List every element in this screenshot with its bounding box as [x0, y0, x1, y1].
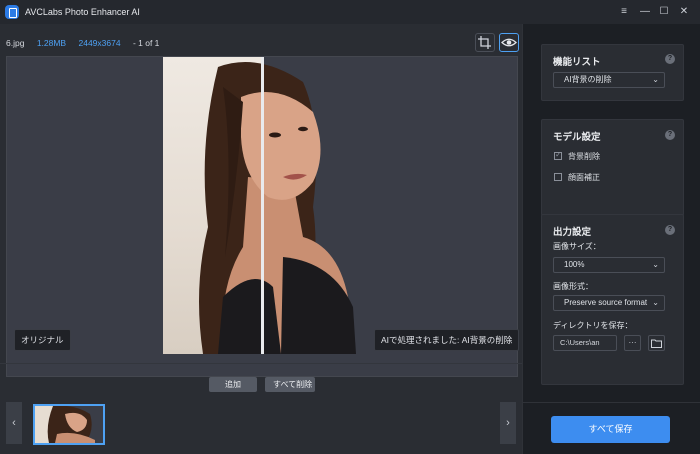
- title-bar: AVCLabs Photo Enhancer AI ≡ — ☐ ✕: [0, 0, 700, 24]
- thumbnail-image: [35, 406, 103, 443]
- feature-list-card: 機能リスト ? AI背景の削除 ⌄: [541, 44, 684, 101]
- output-settings-card: 出力設定 ? 画像サイズ： 100% ⌄ 画像形式： Preserve sour…: [541, 214, 684, 385]
- processed-label: AIで処理されました: AI背景の削除: [374, 329, 520, 351]
- background-removal-checkbox[interactable]: 背景削除: [554, 150, 600, 162]
- chevron-down-icon: ⌄: [652, 75, 659, 84]
- checkbox-icon: [554, 173, 562, 181]
- file-count: - 1 of 1: [132, 38, 160, 48]
- crop-icon: [478, 36, 491, 49]
- open-folder-button[interactable]: [648, 335, 665, 351]
- chevron-left-icon: ‹: [12, 417, 16, 429]
- chevron-down-icon: ⌄: [650, 296, 659, 310]
- chevron-right-icon: ›: [506, 417, 510, 429]
- preview-canvas[interactable]: オリジナル AIで処理されました: AI背景の削除: [6, 56, 520, 377]
- app-logo-icon: [5, 5, 19, 19]
- app-title: AVCLabs Photo Enhancer AI: [25, 7, 140, 17]
- help-icon[interactable]: ?: [665, 225, 675, 235]
- portrait-photo: [163, 57, 356, 354]
- face-enhance-checkbox[interactable]: 顔面補正: [554, 172, 600, 183]
- help-icon[interactable]: ?: [665, 130, 675, 140]
- feature-list-title: 機能リスト: [553, 57, 601, 68]
- clear-all-button[interactable]: すべて削除: [265, 377, 315, 392]
- crop-button[interactable]: [475, 33, 495, 52]
- image-format-value: Preserve source format: [564, 298, 648, 307]
- image-format-select[interactable]: Preserve source format ⌄: [553, 295, 665, 311]
- checkbox-label: 背景削除: [568, 152, 600, 161]
- menu-icon[interactable]: ≡: [617, 5, 631, 19]
- image-size-value: 100%: [564, 260, 585, 269]
- compare-view-button[interactable]: [499, 33, 519, 52]
- add-button[interactable]: 追加: [209, 377, 257, 392]
- close-icon[interactable]: ✕: [677, 5, 691, 19]
- model-settings-card: モデル設定 ? 背景削除 顔面補正: [541, 119, 684, 216]
- portrait-illustration: [199, 62, 356, 354]
- maximize-icon[interactable]: ☐: [657, 5, 671, 19]
- model-settings-title: モデル設定: [553, 132, 601, 143]
- thumbnail-item[interactable]: [33, 404, 105, 445]
- output-settings-title: 出力設定: [553, 227, 592, 238]
- chevron-down-icon: ⌄: [652, 260, 659, 269]
- browse-button[interactable]: ···: [624, 335, 641, 351]
- checkbox-label: 顔面補正: [568, 173, 600, 182]
- settings-panel: 機能リスト ? AI背景の削除 ⌄ モデル設定 ? 背景削除 顔面補正 出力設定…: [522, 24, 700, 454]
- file-info-bar: 6.jpg 1.28MB 2449x3674 - 1 of 1: [6, 38, 169, 48]
- image-size-label: 画像サイズ：: [553, 242, 601, 251]
- minimize-icon[interactable]: —: [638, 5, 652, 19]
- directory-input[interactable]: C:\Users\an: [553, 335, 617, 351]
- prev-arrow-button[interactable]: ‹: [6, 402, 22, 444]
- next-arrow-button[interactable]: ›: [500, 402, 516, 444]
- file-size: 1.28MB: [36, 38, 67, 48]
- checkbox-checked-icon: [554, 150, 562, 160]
- help-icon[interactable]: ?: [665, 54, 675, 64]
- directory-label: ディレクトリを保存：: [553, 321, 633, 330]
- save-all-button[interactable]: すべて保存: [551, 416, 670, 443]
- strip-divider: [0, 363, 522, 364]
- save-divider: [523, 402, 700, 403]
- file-name: 6.jpg: [6, 38, 25, 48]
- work-area: 6.jpg 1.28MB 2449x3674 - 1 of 1 オリジナル AI…: [0, 24, 522, 454]
- original-label: オリジナル: [14, 329, 71, 351]
- feature-select-value: AI背景の削除: [564, 75, 612, 84]
- file-dimensions: 2449x3674: [78, 38, 121, 48]
- image-format-label: 画像形式：: [553, 282, 593, 291]
- feature-select[interactable]: AI背景の削除 ⌄: [553, 72, 665, 88]
- image-size-select[interactable]: 100% ⌄: [553, 257, 665, 273]
- compare-split-handle[interactable]: [261, 57, 264, 354]
- folder-icon: [651, 339, 662, 348]
- eye-icon: [501, 38, 517, 47]
